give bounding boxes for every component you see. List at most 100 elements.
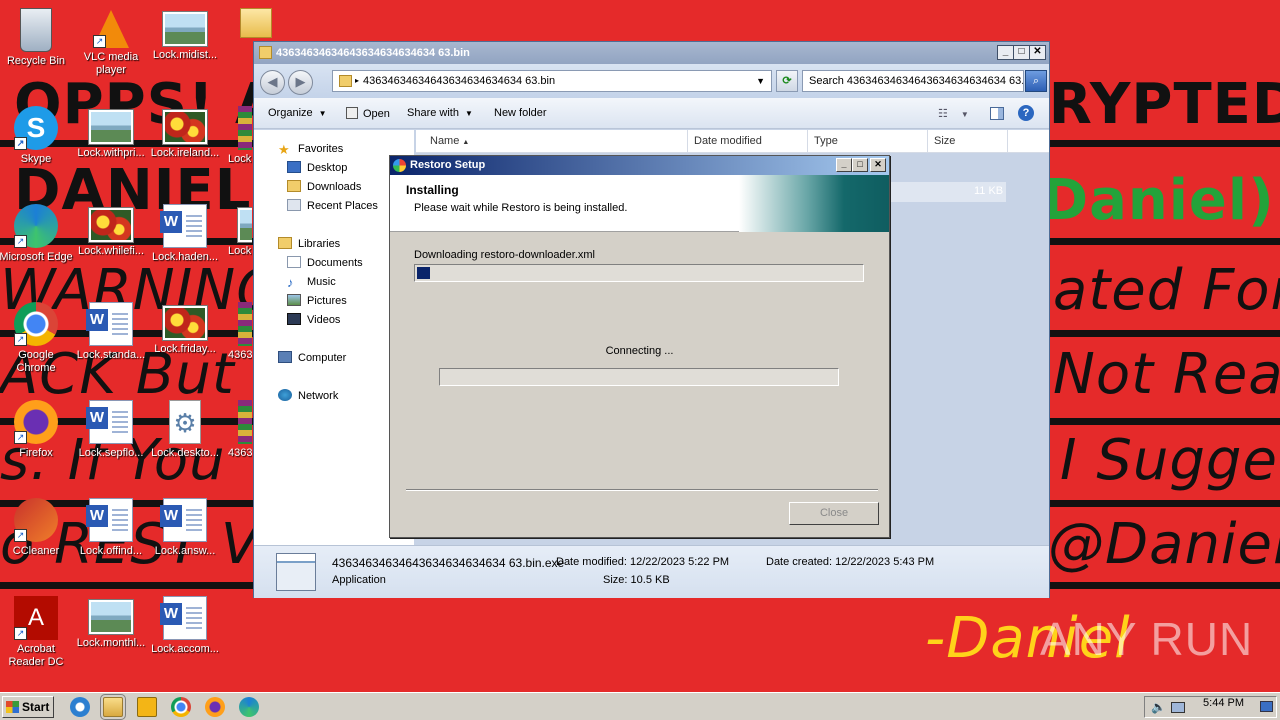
folder-icon[interactable] <box>240 8 272 38</box>
show-desktop-icon[interactable] <box>1260 701 1273 712</box>
nav-desktop[interactable]: Desktop <box>287 159 347 178</box>
nav-label: Documents <box>307 257 363 269</box>
desktop-icon-file[interactable]: Lock.standa... <box>72 296 150 362</box>
volume-icon[interactable]: 🔈 <box>1151 700 1166 714</box>
address-bar[interactable]: ▸ 43634634634643634634634634 63.bin ▼ <box>332 70 772 92</box>
desktop-icon-file[interactable]: Lock.monthl... <box>72 590 150 650</box>
search-icon[interactable]: ⌕ <box>1025 70 1047 92</box>
minimize-button[interactable]: _ <box>997 45 1014 60</box>
chrome-icon[interactable] <box>171 697 191 717</box>
share-with-menu[interactable]: Share with ▼ <box>407 107 473 119</box>
nav-videos[interactable]: Videos <box>287 311 340 330</box>
close-button[interactable]: ✕ <box>1029 45 1046 60</box>
column-label: Date modified <box>694 135 762 147</box>
desktop-icon-file[interactable]: 4363 <box>212 394 252 460</box>
nav-pictures[interactable]: Pictures <box>287 292 347 311</box>
nav-label: Downloads <box>307 181 362 193</box>
downloads-icon <box>287 180 301 192</box>
desktop-icon-vlc[interactable]: ↗ VLC media player <box>72 2 150 77</box>
network-tray-icon[interactable] <box>1171 702 1185 713</box>
desktop-icon-file[interactable]: Lock.whilefi... <box>72 198 150 258</box>
nav-recent-places[interactable]: Recent Places <box>287 197 378 216</box>
details-size: Size: 10.5 KB <box>603 574 670 586</box>
desktop-icon-file[interactable]: Lock.accom... <box>146 590 224 656</box>
icon-label: Skype <box>20 153 52 165</box>
maximize-button[interactable]: □ <box>852 158 868 172</box>
forward-button[interactable]: ▶ <box>288 70 313 95</box>
desktop-icon-file[interactable]: Lock.sepflo... <box>72 394 150 460</box>
setup-subheading: Please wait while Restoro is being insta… <box>414 202 628 214</box>
setup-title-bar[interactable]: Restoro Setup _ □ ✕ <box>390 156 889 175</box>
edge-icon: ↗ <box>14 204 58 248</box>
open-button[interactable]: Open <box>346 107 390 120</box>
chevron-down-icon[interactable]: ▼ <box>756 71 765 91</box>
view-options-icon[interactable]: ☷ ▼ <box>938 107 969 120</box>
column-size[interactable]: Size <box>928 130 1008 153</box>
media-player-icon[interactable] <box>137 697 157 717</box>
desktop-icon-recycle-bin[interactable]: Recycle Bin <box>0 2 75 68</box>
preview-pane-icon[interactable] <box>990 107 1004 120</box>
firefox-icon[interactable] <box>205 697 225 717</box>
desktop-icon-file[interactable]: Lock.offind... <box>72 492 150 558</box>
nav-downloads[interactable]: Downloads <box>287 178 361 197</box>
organize-menu[interactable]: Organize ▼ <box>268 107 327 119</box>
explorer-icon[interactable] <box>100 694 126 720</box>
desktop-icon-file[interactable]: Lock.midist... <box>146 2 224 62</box>
desktop-icon-skype[interactable]: S ↗ Skype <box>0 100 75 166</box>
desktop-icon-edge[interactable]: ↗ Microsoft Edge <box>0 198 75 264</box>
nav-label: Network <box>298 390 339 402</box>
refresh-icon[interactable]: ⟳ <box>776 70 798 92</box>
nav-label: Recent Places <box>307 200 378 212</box>
image-file-icon <box>163 306 207 340</box>
ie-icon[interactable] <box>70 697 90 717</box>
wallpaper-line-11: @Daniel <box>1048 512 1280 577</box>
download-progress-bar <box>414 264 864 282</box>
back-button[interactable]: ◀ <box>260 70 285 95</box>
desktop-icon-file[interactable]: Lock. <box>212 100 252 166</box>
desktop-icon-file[interactable]: Lock.answ... <box>146 492 224 558</box>
nav-favorites[interactable]: ★ Favorites <box>278 140 343 159</box>
start-button[interactable]: Start <box>2 696 54 718</box>
setup-heading: Installing <box>406 183 459 197</box>
icon-label: Firefox <box>19 447 53 459</box>
nav-computer[interactable]: Computer <box>278 349 346 368</box>
nav-music[interactable]: ♪ Music <box>287 273 336 292</box>
clock[interactable]: 5:44 PM <box>1203 697 1244 709</box>
desktop-icon-firefox[interactable]: ↗ Firefox <box>0 394 75 460</box>
details-value: 12/22/2023 5:43 PM <box>835 556 935 568</box>
column-name[interactable]: Name ▲ <box>416 130 688 153</box>
column-type[interactable]: Type <box>808 130 928 153</box>
help-icon[interactable]: ? <box>1018 105 1034 121</box>
new-folder-button[interactable]: New folder <box>494 107 547 119</box>
videos-icon <box>287 313 301 325</box>
desktop-icon-file[interactable]: Lock.withpri... <box>72 100 150 160</box>
icon-label: Lock. <box>228 245 252 257</box>
maximize-button[interactable]: □ <box>1013 45 1030 60</box>
address-text: 43634634634643634634634634 63.bin <box>363 75 556 87</box>
firefox-icon: ↗ <box>14 400 58 444</box>
close-button[interactable]: ✕ <box>870 158 886 172</box>
desktop-icon <box>287 161 301 173</box>
column-date-modified[interactable]: Date modified <box>688 130 808 153</box>
desktop-icon-file[interactable]: Lock. <box>212 198 252 258</box>
desktop-icon-acrobat[interactable]: A ↗ Acrobat Reader DC <box>0 590 75 669</box>
wallpaper-line-7: Not Real <box>1053 342 1280 407</box>
ccleaner-icon: ↗ <box>14 498 58 542</box>
download-progress-fill <box>417 267 430 279</box>
explorer-title-bar[interactable]: 43634634634643634634634634 63.bin _ □ ✕ <box>254 42 1049 64</box>
word-doc-icon <box>160 498 207 542</box>
word-doc-icon <box>86 498 133 542</box>
icon-label: VLC media player <box>83 51 139 76</box>
edge-icon[interactable] <box>239 697 259 717</box>
nav-libraries[interactable]: Libraries <box>278 235 340 254</box>
setup-close-button[interactable]: Close <box>789 502 879 525</box>
desktop-icon-file[interactable]: 4363 <box>212 296 252 362</box>
nav-network[interactable]: Network <box>278 387 338 406</box>
desktop-icon-chrome[interactable]: ↗ Google Chrome <box>0 296 75 375</box>
nav-documents[interactable]: Documents <box>287 254 363 273</box>
divider <box>406 489 878 491</box>
desktop-icon-ccleaner[interactable]: ↗ CCleaner <box>0 492 75 558</box>
minimize-button[interactable]: _ <box>836 158 852 172</box>
image-file-icon <box>163 12 207 46</box>
search-input[interactable]: Search 43634634634643634634634634 63... <box>802 70 1024 92</box>
